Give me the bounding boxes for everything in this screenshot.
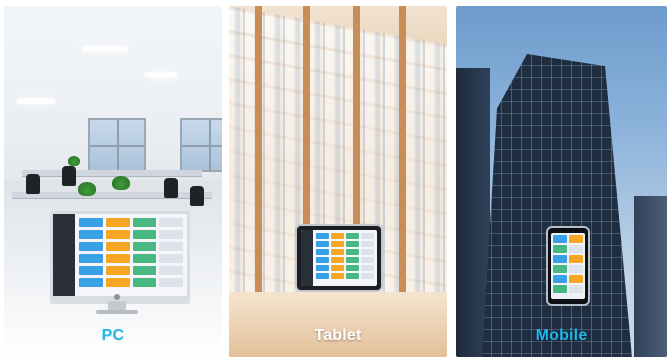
dashboard-tile bbox=[132, 230, 157, 239]
dashboard-grid bbox=[75, 214, 187, 296]
pc-caption: PC bbox=[101, 327, 125, 344]
dashboard-tile bbox=[159, 230, 183, 239]
dashboard-tile bbox=[79, 254, 103, 263]
tablet-panel: Tablet bbox=[229, 6, 447, 357]
dashboard-tile bbox=[346, 257, 359, 263]
dashboard-tile bbox=[105, 254, 130, 263]
glass-tower bbox=[482, 54, 632, 357]
dashboard-tile bbox=[346, 241, 359, 247]
tablet-device bbox=[295, 224, 383, 292]
office-chair bbox=[190, 186, 204, 206]
ceiling-light bbox=[144, 72, 178, 78]
dashboard-tile bbox=[331, 249, 344, 255]
dashboard-tile bbox=[105, 242, 130, 251]
dashboard-tile bbox=[331, 273, 344, 279]
dashboard-tile bbox=[361, 241, 374, 247]
dashboard-tile bbox=[346, 249, 359, 255]
dashboard-tile bbox=[553, 265, 567, 273]
dashboard-tile bbox=[79, 242, 103, 251]
office-window bbox=[88, 118, 146, 172]
dashboard-sidebar bbox=[53, 214, 75, 296]
dashboard-tile bbox=[569, 255, 583, 263]
dashboard-screen bbox=[53, 214, 187, 296]
monitor-base bbox=[96, 310, 138, 314]
dashboard-tile bbox=[331, 265, 344, 271]
apple-logo-icon bbox=[114, 294, 120, 300]
dashboard-tile bbox=[316, 273, 329, 279]
office-chair bbox=[164, 178, 178, 198]
dashboard-tile bbox=[361, 273, 374, 279]
dashboard-tile bbox=[105, 266, 130, 275]
dashboard-tile bbox=[316, 241, 329, 247]
tablet-caption: Tablet bbox=[314, 327, 362, 344]
dashboard-tile bbox=[105, 278, 130, 287]
dashboard-tile bbox=[159, 218, 183, 227]
dashboard-tile bbox=[361, 233, 374, 239]
desk-row bbox=[12, 192, 212, 199]
dashboard-tile bbox=[316, 265, 329, 271]
mobile-caption: Mobile bbox=[535, 327, 588, 344]
ceiling-light bbox=[16, 98, 56, 104]
dashboard-grid bbox=[313, 230, 377, 286]
dashboard-sidebar bbox=[301, 230, 313, 286]
office-window bbox=[180, 118, 222, 172]
dashboard-tile bbox=[331, 241, 344, 247]
dashboard-tile bbox=[346, 265, 359, 271]
reception-counter bbox=[229, 292, 447, 357]
dashboard-tile bbox=[553, 245, 567, 253]
dashboard-tile bbox=[132, 254, 157, 263]
office-chair bbox=[26, 174, 40, 194]
dashboard-tile bbox=[331, 257, 344, 263]
dashboard-tile bbox=[553, 255, 567, 263]
desktop-monitor bbox=[50, 211, 190, 304]
dashboard-tile bbox=[159, 242, 183, 251]
dashboard-tile bbox=[79, 278, 103, 287]
dashboard-tile bbox=[569, 275, 583, 283]
dashboard-tile bbox=[316, 249, 329, 255]
dashboard-tile bbox=[105, 218, 130, 227]
dashboard-tile bbox=[79, 266, 103, 275]
dashboard-tile bbox=[569, 235, 583, 243]
dashboard-tile bbox=[79, 218, 103, 227]
plant bbox=[68, 156, 80, 166]
ceiling-light bbox=[82, 46, 128, 52]
dashboard-tile bbox=[346, 273, 359, 279]
dashboard-screen bbox=[551, 233, 585, 299]
mobile-panel: Mobile bbox=[456, 6, 667, 357]
dashboard-tile bbox=[553, 285, 567, 293]
dashboard-tile bbox=[316, 233, 329, 239]
dashboard-tile bbox=[132, 218, 157, 227]
office-chair bbox=[62, 166, 76, 186]
dashboard-tile bbox=[132, 266, 157, 275]
dashboard-tile bbox=[569, 265, 583, 273]
dashboard-tile bbox=[159, 266, 183, 275]
plant bbox=[78, 182, 96, 196]
dashboard-tile bbox=[331, 233, 344, 239]
dashboard-tile bbox=[361, 257, 374, 263]
dashboard-tile bbox=[132, 242, 157, 251]
dashboard-tile bbox=[132, 278, 157, 287]
dashboard-tile bbox=[553, 235, 567, 243]
dashboard-tile bbox=[346, 233, 359, 239]
dashboard-screen bbox=[301, 230, 377, 286]
dashboard-tile bbox=[159, 254, 183, 263]
dashboard-tile bbox=[361, 249, 374, 255]
pc-panel: PC bbox=[4, 6, 222, 357]
dashboard-tile bbox=[105, 230, 130, 239]
dashboard-tile bbox=[569, 245, 583, 253]
desk-row bbox=[22, 170, 202, 177]
dashboard-tile bbox=[569, 285, 583, 293]
plant bbox=[112, 176, 130, 190]
mobile-phone bbox=[546, 226, 590, 306]
dashboard-tile bbox=[553, 275, 567, 283]
dashboard-tile bbox=[316, 257, 329, 263]
dashboard-tile bbox=[159, 278, 183, 287]
dashboard-tile bbox=[361, 265, 374, 271]
dashboard-tile bbox=[79, 230, 103, 239]
